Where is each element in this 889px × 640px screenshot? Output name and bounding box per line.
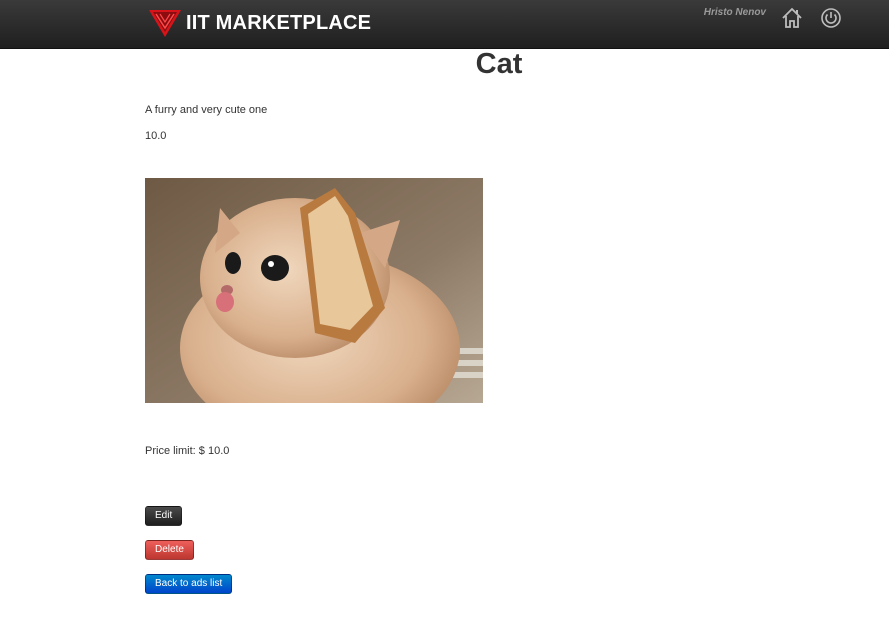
power-icon[interactable] — [819, 6, 843, 30]
price-limit-value: 10.0 — [207, 445, 230, 457]
user-name[interactable]: Hristo Nenov — [680, 7, 766, 18]
ad-price: 10.0 — [145, 130, 167, 142]
ad-image — [145, 178, 483, 403]
logo-icon — [149, 10, 181, 37]
edit-button[interactable]: Edit — [145, 506, 183, 526]
brand-link[interactable]: IIT MARKETPLACE — [148, 6, 371, 40]
page-title: Cat — [475, 48, 523, 80]
back-to-ads-list-button[interactable]: Back to ads list — [145, 574, 233, 594]
brand-title: IIT MARKETPLACE — [186, 11, 372, 34]
ad-description: A furry and very cute one — [145, 104, 268, 116]
price-limit-label: Price limit: $ — [145, 445, 205, 457]
top-navbar: IIT MARKETPLACE Hristo Nenov — [0, 0, 889, 49]
home-icon[interactable] — [780, 6, 804, 30]
price-limit: Price limit: $ 10.0 — [145, 445, 229, 457]
delete-button[interactable]: Delete — [145, 540, 194, 560]
